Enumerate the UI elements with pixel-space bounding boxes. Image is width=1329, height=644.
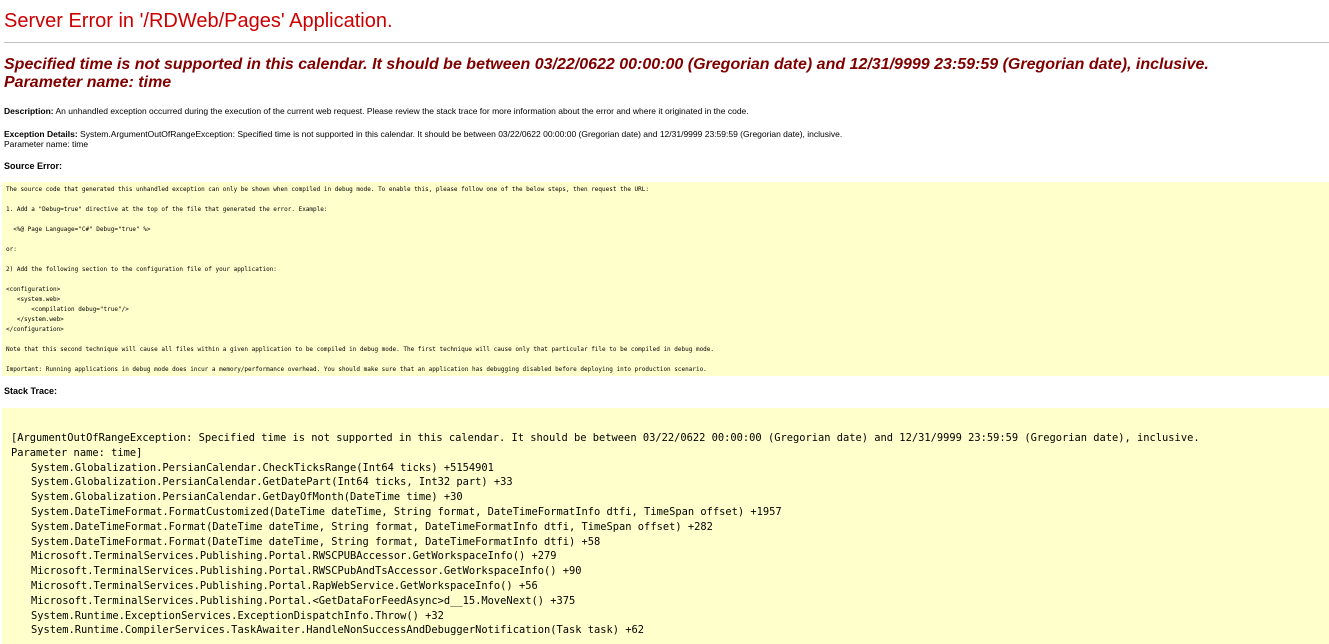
source-error-line: or: <box>6 246 17 253</box>
stack-frame: System.Runtime.CompilerServices.TaskAwai… <box>31 624 645 637</box>
source-error-line: The source code that generated this unha… <box>6 186 649 193</box>
source-error-line: 1. Add a "Debug=true" directive at the t… <box>6 206 328 213</box>
description-text: An unhandled exception occurred during t… <box>53 106 749 116</box>
stack-frame: Microsoft.TerminalServices.Publishing.Po… <box>31 594 576 607</box>
source-error-box: The source code that generated this unha… <box>2 182 1329 376</box>
page-title: Server Error in '/RDWeb/Pages' Applicati… <box>4 10 393 32</box>
source-error-line: <system.web> <box>6 296 61 303</box>
stack-frame: System.Globalization.PersianCalendar.Get… <box>31 491 463 504</box>
stack-trace-text: [ArgumentOutOfRangeException: Specified … <box>11 431 1200 638</box>
source-error-line: <configuration> <box>6 286 61 293</box>
source-error-line: Note that this second technique will cau… <box>6 346 715 353</box>
stack-frame: System.Globalization.PersianCalendar.Che… <box>31 461 494 474</box>
stack-frame: System.Runtime.ExceptionServices.Excepti… <box>31 609 444 622</box>
error-message: Specified time is not supported in this … <box>4 56 1324 92</box>
source-error-line <box>6 215 714 225</box>
source-error-line <box>6 195 714 205</box>
description: Description: An unhandled exception occu… <box>4 106 749 116</box>
source-error-line <box>6 275 714 285</box>
error-message-parameter: Parameter name: time <box>4 74 172 91</box>
source-error-line: <compilation debug="true"/> <box>6 306 129 313</box>
stack-frame: System.DateTimeFormat.Format(DateTime da… <box>31 520 713 533</box>
stack-trace-box: [ArgumentOutOfRangeException: Specified … <box>2 408 1329 644</box>
exception-details-label: Exception Details: <box>4 129 78 139</box>
description-label: Description: <box>4 106 54 116</box>
title-divider <box>4 42 1329 43</box>
stack-frame: System.DateTimeFormat.FormatCustomized(D… <box>31 505 782 518</box>
stack-frame: System.Globalization.PersianCalendar.Get… <box>31 476 513 489</box>
error-message-line: Specified time is not supported in this … <box>4 56 1209 73</box>
stack-trace-header-parameter: Parameter name: time] <box>11 446 143 459</box>
source-error-heading: Source Error: <box>4 161 63 171</box>
exception-details-parameter: Parameter name: time <box>4 139 89 149</box>
source-error-line: <%@ Page Language="C#" Debug="true" %> <box>6 226 151 233</box>
stack-frame: Microsoft.TerminalServices.Publishing.Po… <box>31 579 538 592</box>
stack-frame: Microsoft.TerminalServices.Publishing.Po… <box>31 565 582 578</box>
exception-details-text: System.ArgumentOutOfRangeException: Spec… <box>77 129 843 139</box>
stack-trace-header: [ArgumentOutOfRangeException: Specified … <box>11 432 1200 444</box>
source-error-line <box>6 355 714 365</box>
source-error-line: Important: Running applications in debug… <box>6 366 707 373</box>
source-error-line <box>6 255 714 265</box>
source-error-line: </system.web> <box>6 316 64 323</box>
stack-trace-heading: Stack Trace: <box>4 386 58 396</box>
source-error-line: </configuration> <box>6 326 64 333</box>
stack-frame: System.DateTimeFormat.Format(DateTime da… <box>31 535 601 548</box>
source-error-line: 2) Add the following section to the conf… <box>6 266 277 273</box>
stack-frame: Microsoft.TerminalServices.Publishing.Po… <box>31 550 557 563</box>
source-error-text: The source code that generated this unha… <box>6 185 714 375</box>
exception-details: Exception Details: System.ArgumentOutOfR… <box>4 129 842 139</box>
source-error-line <box>6 335 714 345</box>
source-error-line <box>6 235 714 245</box>
